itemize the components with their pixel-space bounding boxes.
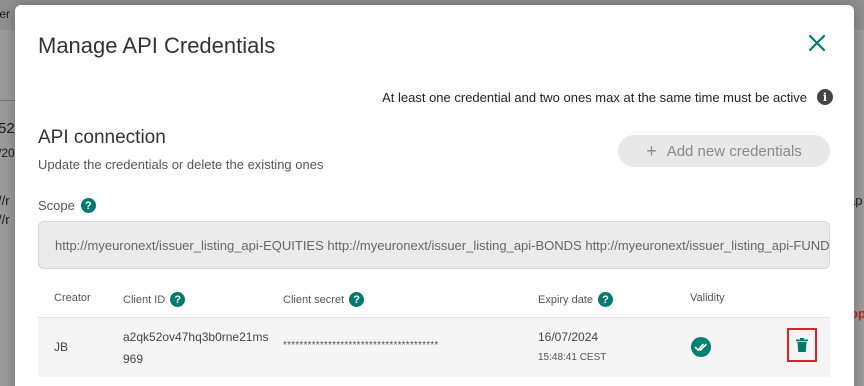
creator-cell: JB	[54, 340, 69, 354]
section-subtitle: Update the credentials or delete the exi…	[38, 157, 324, 172]
scope-field: http://myeuronext/issuer_listing_api-EQU…	[38, 221, 830, 269]
background-tab-text: ter	[0, 7, 11, 21]
help-icon[interactable]: ?	[80, 198, 96, 213]
delete-button[interactable]	[787, 328, 817, 362]
help-icon[interactable]: ?	[170, 292, 186, 307]
add-button-label: Add new credentials	[666, 142, 802, 160]
notice-text: At least one credential and two ones max…	[382, 89, 807, 105]
expiry-cell: 16/07/2024 15:48:41 CEST	[538, 326, 606, 368]
column-header-expiry-date: Expiry date ?	[538, 292, 614, 307]
table-row: JB a2qk52ov47hq3b0rne21ms969 ***********…	[38, 317, 830, 377]
close-icon	[808, 34, 826, 52]
table-header: Creator Client ID ? Client secret ? Expi…	[38, 292, 830, 318]
section-title: API connection	[38, 127, 166, 148]
column-creator-label: Creator	[54, 292, 91, 304]
info-icon: i	[817, 89, 833, 105]
manage-api-credentials-modal: Manage API Credentials At least one cred…	[15, 5, 854, 386]
plus-icon: +	[646, 141, 657, 161]
trash-icon	[796, 338, 808, 352]
valid-check-icon	[691, 337, 711, 357]
scope-label: Scope ?	[38, 198, 96, 213]
close-button[interactable]	[805, 31, 829, 55]
modal-title: Manage API Credentials	[38, 33, 276, 58]
column-header-validity: Validity	[690, 292, 725, 304]
column-expiry-date-label: Expiry date	[538, 293, 594, 306]
background-text: //r	[0, 193, 10, 208]
column-header-client-secret: Client secret ?	[283, 292, 365, 307]
help-icon[interactable]: ?	[349, 292, 365, 307]
add-new-credentials-button[interactable]: + Add new credentials	[618, 135, 830, 167]
help-icon[interactable]: ?	[598, 292, 614, 307]
background-divider	[0, 100, 15, 101]
column-header-client-id: Client ID ?	[123, 292, 186, 307]
column-validity-label: Validity	[690, 292, 725, 304]
column-header-creator: Creator	[54, 292, 91, 304]
background-text: 52	[0, 120, 15, 137]
client-id-cell: a2qk52ov47hq3b0rne21ms969	[123, 330, 269, 366]
column-client-id-label: Client ID	[123, 293, 166, 306]
double-check-icon	[694, 343, 707, 351]
scope-label-text: Scope	[38, 198, 75, 213]
client-secret-cell: **************************************	[283, 340, 439, 351]
scope-value: http://myeuronext/issuer_listing_api-EQU…	[55, 237, 830, 253]
credentials-notice: At least one credential and two ones max…	[382, 89, 833, 105]
expiry-time: 15:48:41 CEST	[538, 352, 607, 363]
expiry-date: 16/07/2024	[538, 330, 599, 344]
background-text: /20	[0, 146, 15, 160]
background-text: //r	[0, 212, 10, 227]
column-client-secret-label: Client secret	[283, 293, 345, 306]
